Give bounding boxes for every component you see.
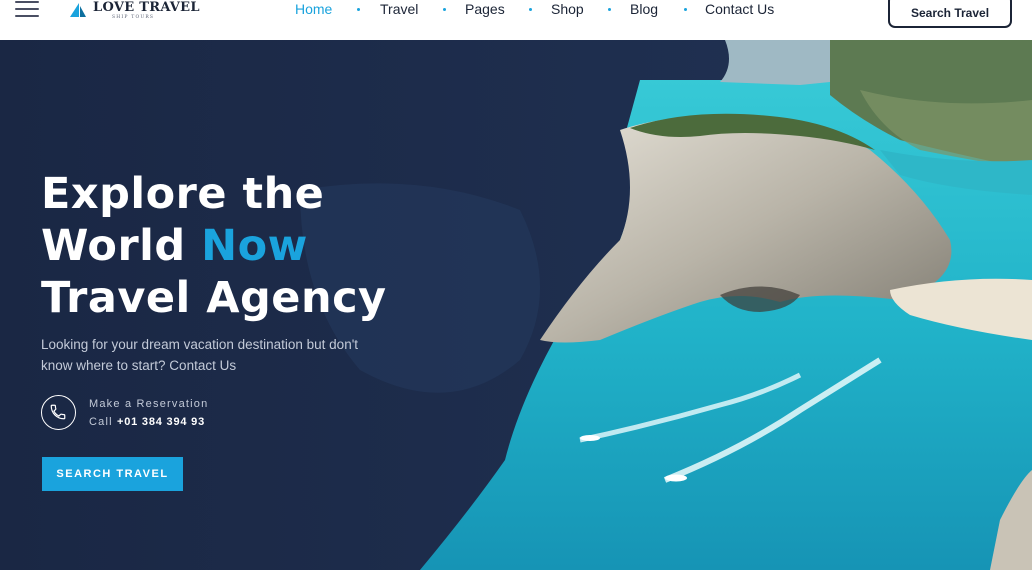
- nav-pages[interactable]: Pages: [465, 1, 505, 17]
- hero-title: Explore the World Now Travel Agency: [41, 168, 387, 324]
- nav-home[interactable]: Home: [295, 1, 332, 17]
- nav-separator: [684, 8, 687, 11]
- search-travel-button[interactable]: SEARCH TRAVEL: [42, 457, 183, 491]
- site-header: LOVE TRAVEL SHIP TOURS Home Travel Pages…: [0, 0, 1032, 40]
- hero-title-now: Now: [201, 221, 308, 271]
- reservation-phone: Call +01 384 394 93: [89, 416, 205, 428]
- hero-section: Explore the World Now Travel Agency Look…: [0, 40, 1032, 570]
- nav-separator: [608, 8, 611, 11]
- nav-separator: [357, 8, 360, 11]
- nav-shop[interactable]: Shop: [551, 1, 584, 17]
- nav-separator: [529, 8, 532, 11]
- hero-description: Looking for your dream vacation destinat…: [41, 337, 359, 373]
- main-nav: Home Travel Pages Shop Blog Contact Us: [0, 0, 1032, 20]
- hero-title-line-1: Explore the: [41, 169, 325, 219]
- reservation-label: Make a Reservation: [89, 398, 209, 410]
- nav-blog[interactable]: Blog: [630, 1, 658, 17]
- call-prefix: Call: [89, 416, 113, 428]
- hero-title-line-2: World Now: [41, 220, 387, 272]
- phone-icon[interactable]: [41, 395, 76, 430]
- phone-icon-glyph: [50, 404, 66, 420]
- nav-separator: [443, 8, 446, 11]
- phone-number[interactable]: +01 384 394 93: [117, 416, 205, 428]
- hero-title-line-3: Travel Agency: [41, 273, 387, 323]
- hero-title-world: World: [41, 221, 186, 271]
- header-search-label: Search Travel: [910, 6, 990, 20]
- nav-travel[interactable]: Travel: [380, 1, 418, 17]
- nav-contact[interactable]: Contact Us: [705, 1, 774, 17]
- header-search-button[interactable]: Search Travel: [888, 0, 1012, 28]
